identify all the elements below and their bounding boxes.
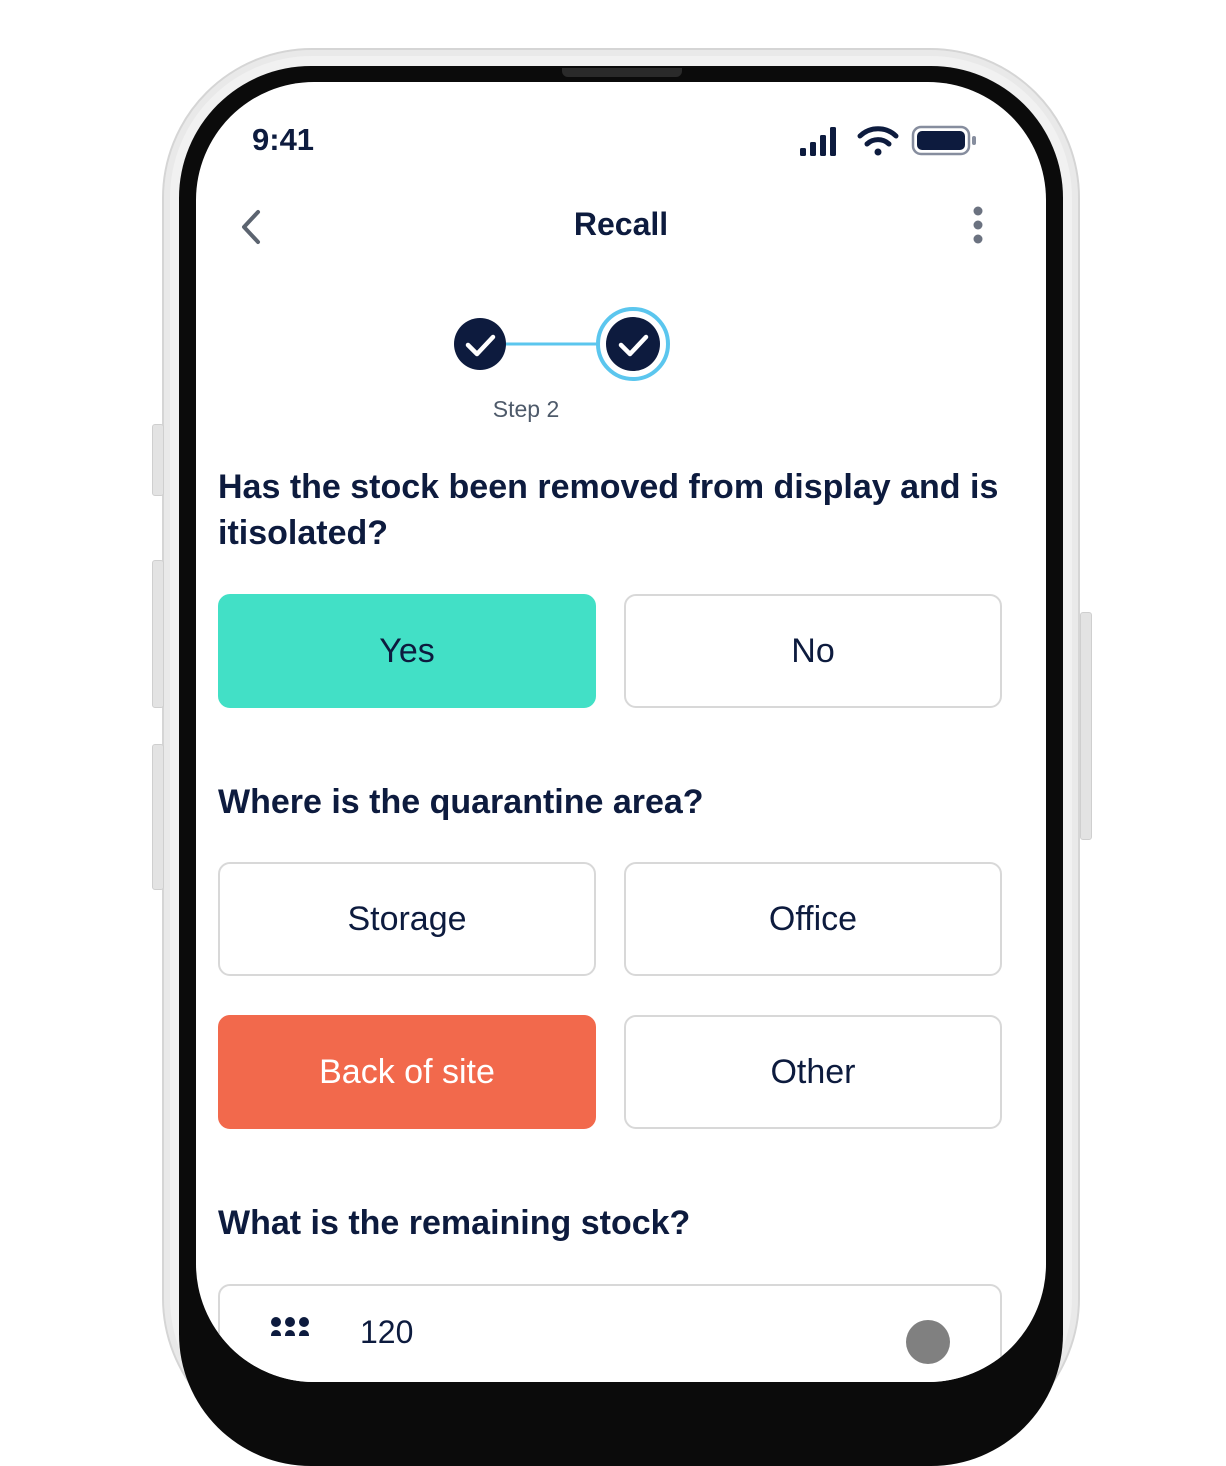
option-yes-button[interactable]: Yes (218, 594, 596, 708)
battery-icon (911, 125, 976, 156)
keypad-icon (271, 1317, 309, 1336)
earpiece-speaker (562, 68, 682, 77)
question-stock-removed: Has the stock been removed from display … (218, 468, 999, 552)
power-button (1080, 612, 1092, 840)
remaining-stock-input[interactable]: 120 (218, 1284, 1002, 1382)
app-screen: 9:41 Recall Step 2 Has the stock been re… (196, 82, 1046, 1382)
option-office-button[interactable]: Office (624, 862, 1002, 976)
option-no-button[interactable]: No (624, 594, 1002, 708)
status-icons (800, 125, 976, 156)
option-other-button[interactable]: Other (624, 1015, 1002, 1129)
step-2-current-icon (596, 307, 670, 381)
option-storage-button[interactable]: Storage (218, 862, 596, 976)
option-back-of-site-button[interactable]: Back of site (218, 1015, 596, 1129)
clear-input-icon[interactable] (906, 1320, 950, 1364)
cellular-signal-icon (800, 127, 836, 156)
volume-up-button (152, 560, 164, 708)
page-title: Recall (573, 206, 669, 242)
more-options-icon[interactable] (962, 206, 994, 248)
volume-down-button (152, 744, 164, 890)
question-quarantine-area: Where is the quarantine area? (218, 783, 704, 821)
step-1-complete-icon (454, 318, 506, 370)
wifi-icon (857, 126, 899, 156)
question-remaining-stock: What is the remaining stock? (218, 1204, 691, 1242)
progress-stepper (454, 307, 670, 381)
status-time: 9:41 (252, 122, 315, 157)
step-label: Step 2 (492, 396, 560, 422)
mute-switch (152, 424, 164, 496)
